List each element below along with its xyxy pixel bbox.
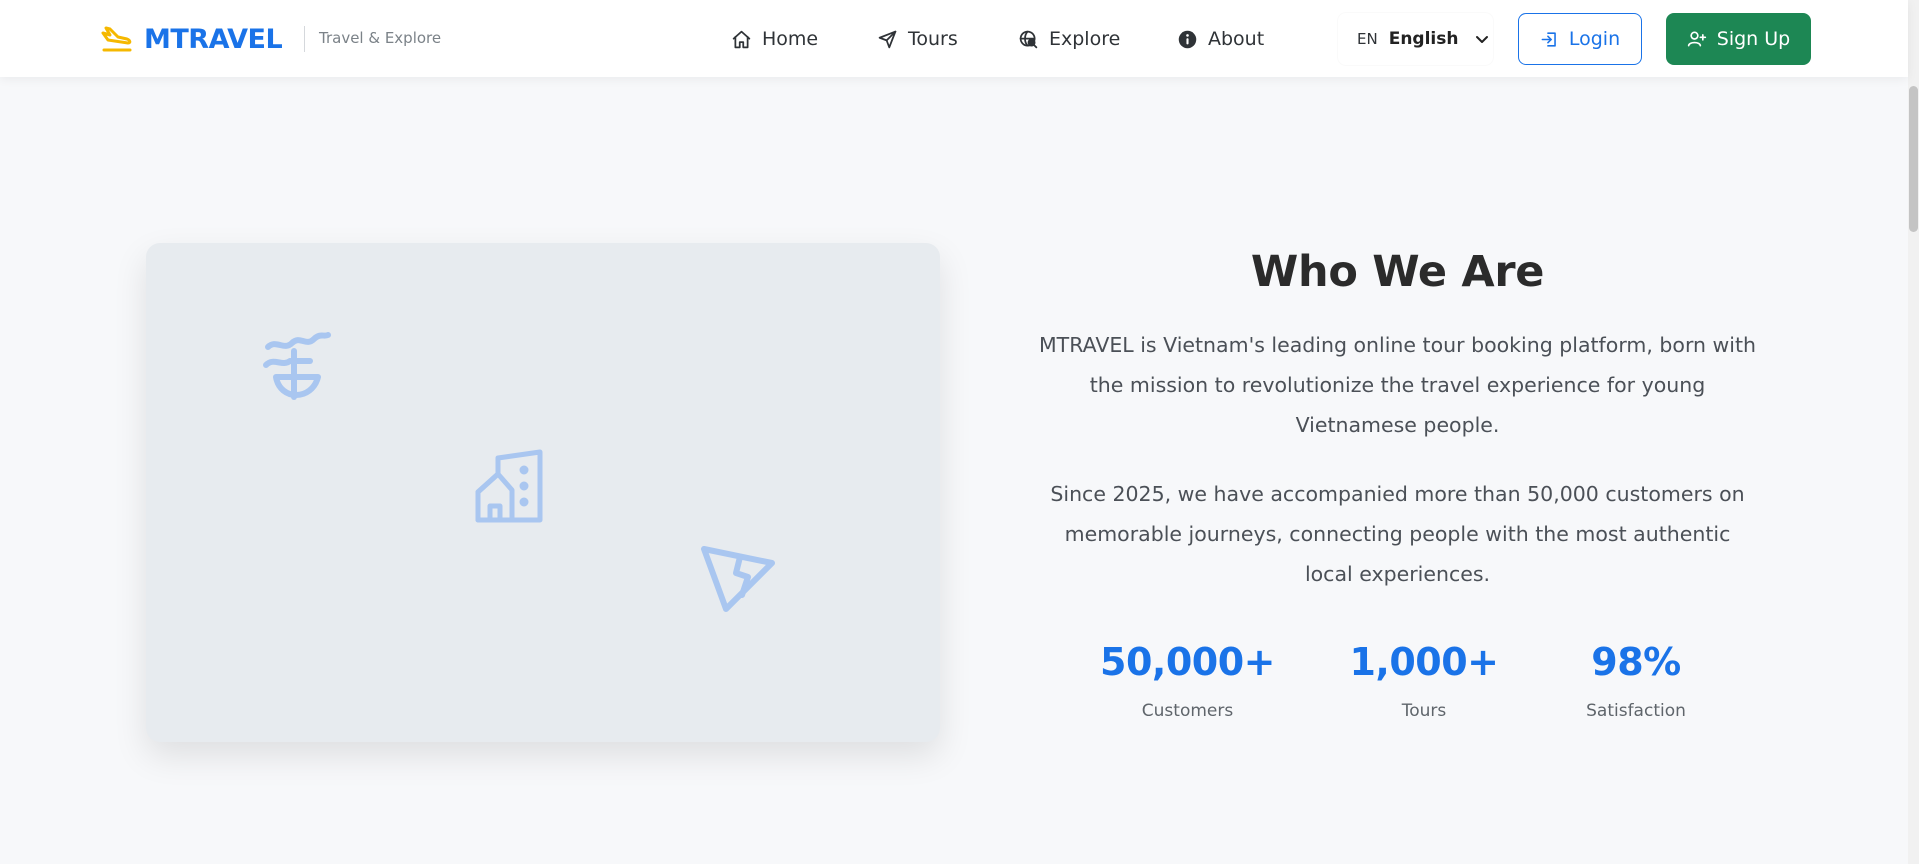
brand-divider xyxy=(304,26,305,52)
about-paragraph-2: Since 2025, we have accompanied more tha… xyxy=(1050,482,1745,586)
stat-value: 50,000+ xyxy=(1100,640,1275,684)
signup-label: Sign Up xyxy=(1716,28,1791,50)
signup-button[interactable]: Sign Up xyxy=(1666,13,1811,65)
page-scrollbar[interactable] xyxy=(1908,0,1919,864)
stat-value: 98% xyxy=(1591,640,1681,684)
stat-label: Tours xyxy=(1401,701,1447,721)
stat-label: Customers xyxy=(1141,701,1234,721)
nav-label-home: Home xyxy=(762,28,819,50)
nav-label-explore: Explore xyxy=(1049,28,1121,50)
globe-search-icon xyxy=(1019,30,1038,48)
nav-item-about[interactable]: About xyxy=(1177,25,1264,53)
stat-label: Satisfaction xyxy=(1586,701,1686,721)
nav-label-tours: Tours xyxy=(908,28,958,50)
nav-item-home[interactable]: Home xyxy=(731,25,818,53)
sailboat-icon xyxy=(263,332,331,400)
language-label: English xyxy=(1388,29,1459,49)
page: MTRAVEL Travel & Explore Home Tours Expl… xyxy=(0,0,1919,864)
brand-name: MTRAVEL xyxy=(144,23,283,55)
about-title: Who We Are xyxy=(1250,247,1545,297)
about-paragraph-1: MTRAVEL is Vietnam's leading online tour… xyxy=(1038,333,1757,437)
home-icon xyxy=(732,30,751,48)
nav-item-tours[interactable]: Tours xyxy=(877,25,958,53)
nav-item-explore[interactable]: Explore xyxy=(1018,25,1120,53)
nav-label-about: About xyxy=(1208,28,1265,50)
brand-tagline: Travel & Explore xyxy=(319,29,442,47)
stats-row: 50,000+ Customers 1,000+ Tours 98% Satis… xyxy=(1020,640,1775,740)
about-section: Who We Are MTRAVEL is Vietnam's leading … xyxy=(1020,240,1775,594)
language-selector[interactable]: EN English xyxy=(1338,13,1493,65)
stat-satisfaction: 98% Satisfaction xyxy=(1556,640,1716,721)
stat-tours: 1,000+ Tours xyxy=(1344,640,1504,721)
login-label: Login xyxy=(1568,28,1621,50)
stat-customers: 50,000+ Customers xyxy=(1090,640,1285,721)
login-icon xyxy=(1541,31,1556,47)
send-icon xyxy=(878,30,897,48)
scrollbar-thumb[interactable] xyxy=(1909,86,1918,232)
user-plus-icon xyxy=(1687,31,1706,47)
chevron-down-icon xyxy=(1476,36,1489,43)
login-button[interactable]: Login xyxy=(1518,13,1642,65)
about-image-card xyxy=(146,243,940,742)
language-code: EN xyxy=(1357,30,1378,48)
paper-plane-icon xyxy=(701,546,775,612)
stat-value: 1,000+ xyxy=(1349,640,1499,684)
building-icon xyxy=(475,449,543,523)
top-navbar: MTRAVEL Travel & Explore Home Tours Expl… xyxy=(0,0,1908,77)
brand-logo-link[interactable]: MTRAVEL xyxy=(100,20,283,58)
plane-landing-icon xyxy=(101,26,132,52)
info-icon xyxy=(1178,30,1197,48)
